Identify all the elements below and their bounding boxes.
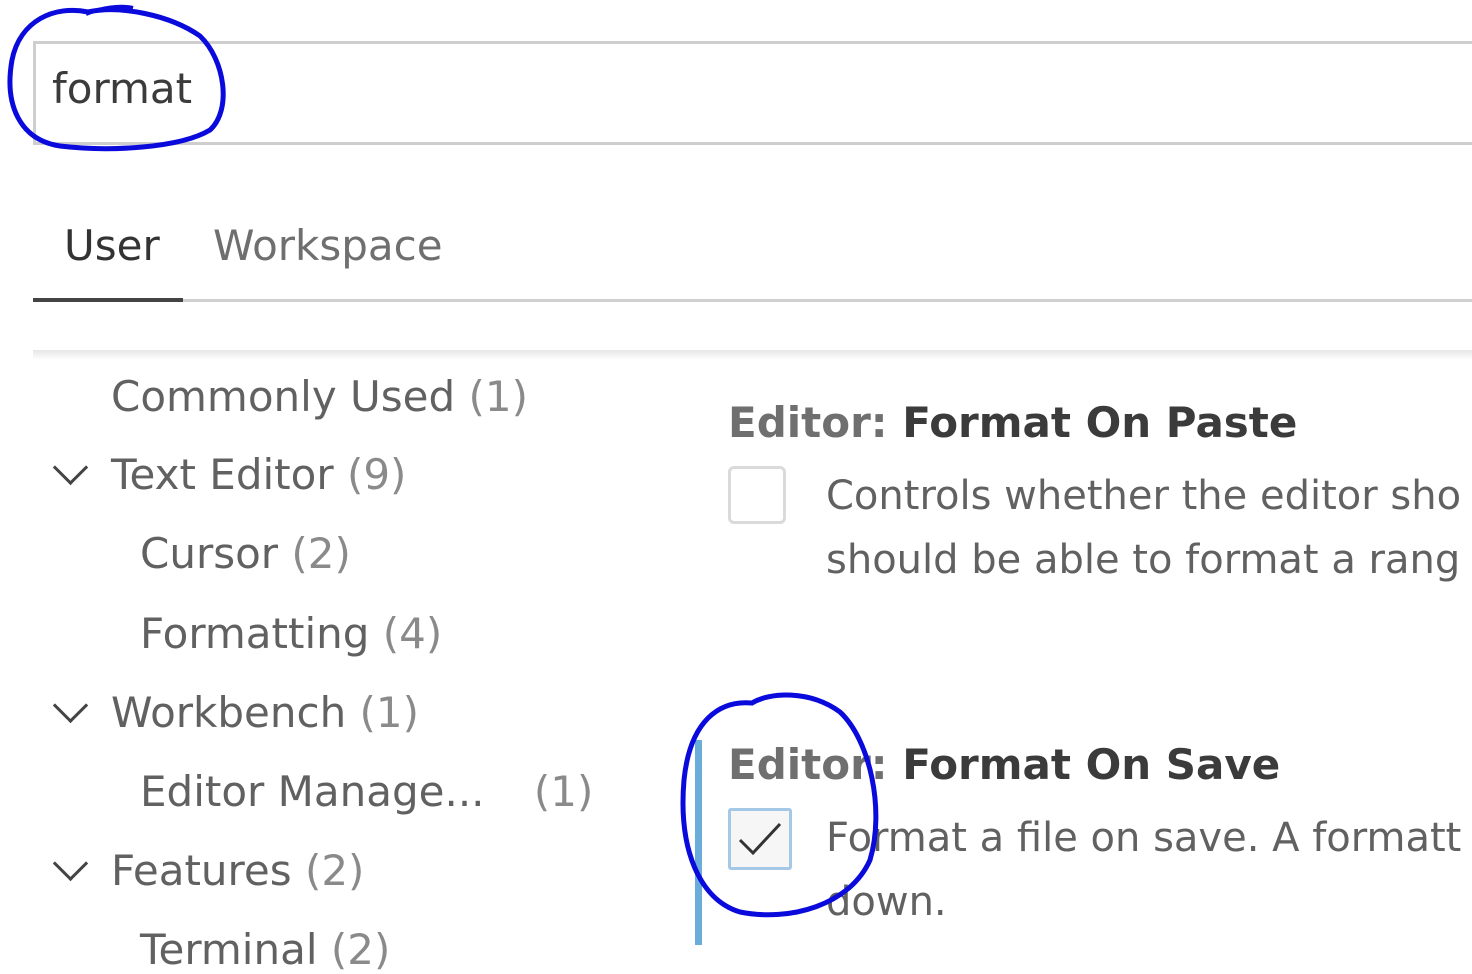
toc-item-count: (2) — [304, 846, 365, 895]
chevron-down-icon[interactable] — [52, 845, 89, 882]
toc-item-text-editor[interactable]: Text Editor (9) — [111, 450, 406, 499]
setting-format-on-save: Editor: Format On Save Format a file on … — [728, 740, 1472, 940]
settings-search-box[interactable] — [33, 41, 1472, 145]
setting-title: Editor: Format On Paste — [728, 398, 1472, 447]
setting-category: Editor: — [728, 740, 903, 789]
toc-item-label: Commonly Used — [111, 372, 456, 421]
toc-item-formatting[interactable]: Formatting (4) — [140, 609, 442, 658]
setting-description: Format a file on save. A formatt down. — [826, 806, 1461, 934]
setting-name: Format On Paste — [902, 398, 1298, 447]
toc-item-count: (1) — [359, 688, 420, 737]
settings-search-input[interactable] — [52, 64, 1052, 113]
toc-item-label: Formatting — [140, 609, 370, 658]
format-on-save-checkbox[interactable] — [728, 808, 792, 870]
toc-item-terminal[interactable]: Terminal (2) — [140, 925, 390, 974]
annotation-stroke — [85, 4, 134, 16]
toc-item-count: (2) — [330, 925, 391, 974]
format-on-paste-checkbox[interactable] — [728, 466, 786, 524]
toc-item-label: Workbench — [111, 688, 347, 737]
checkmark-icon — [738, 822, 782, 856]
setting-category: Editor: — [728, 398, 903, 447]
settings-scope-tabs: User Workspace — [33, 215, 1472, 303]
toc-item-workbench[interactable]: Workbench (1) — [111, 688, 419, 737]
setting-title: Editor: Format On Save — [728, 740, 1472, 789]
toc-item-editor-management[interactable]: Editor Manage... (1) — [140, 767, 593, 816]
toc-item-cursor[interactable]: Cursor (2) — [140, 529, 351, 578]
description-line: should be able to format a rang — [826, 537, 1461, 583]
setting-description: Controls whether the editor sho should b… — [826, 464, 1461, 592]
toc-item-label: Text Editor — [111, 450, 334, 499]
setting-name: Format On Save — [902, 740, 1281, 789]
tab-workspace[interactable]: Workspace — [213, 221, 443, 270]
description-line: Controls whether the editor sho — [826, 473, 1462, 519]
active-tab-indicator — [33, 298, 183, 302]
chevron-down-icon[interactable] — [52, 687, 89, 724]
toc-item-count: (1) — [533, 767, 594, 816]
toc-item-count: (1) — [468, 372, 529, 421]
focused-setting-indicator — [695, 740, 702, 945]
tab-user[interactable]: User — [64, 221, 160, 270]
toc-item-features[interactable]: Features (2) — [111, 846, 364, 895]
toc-item-label: Terminal — [140, 925, 318, 974]
toc-item-count: (9) — [346, 450, 407, 499]
toc-item-label: Cursor — [140, 529, 279, 578]
chevron-down-icon[interactable] — [52, 449, 89, 486]
toc-item-count: (2) — [291, 529, 351, 578]
setting-format-on-paste: Editor: Format On Paste Controls whether… — [728, 398, 1472, 598]
toc-item-count: (4) — [382, 609, 443, 658]
toc-item-label: Features — [111, 846, 292, 895]
tabs-divider — [33, 299, 1472, 302]
scroll-shadow — [33, 350, 1472, 360]
toc-item-commonly-used[interactable]: Commonly Used (1) — [111, 372, 528, 421]
toc-item-label: Editor Manage... — [140, 767, 485, 816]
description-line: Format a file on save. A formatt — [826, 815, 1462, 861]
description-line: down. — [826, 879, 947, 925]
